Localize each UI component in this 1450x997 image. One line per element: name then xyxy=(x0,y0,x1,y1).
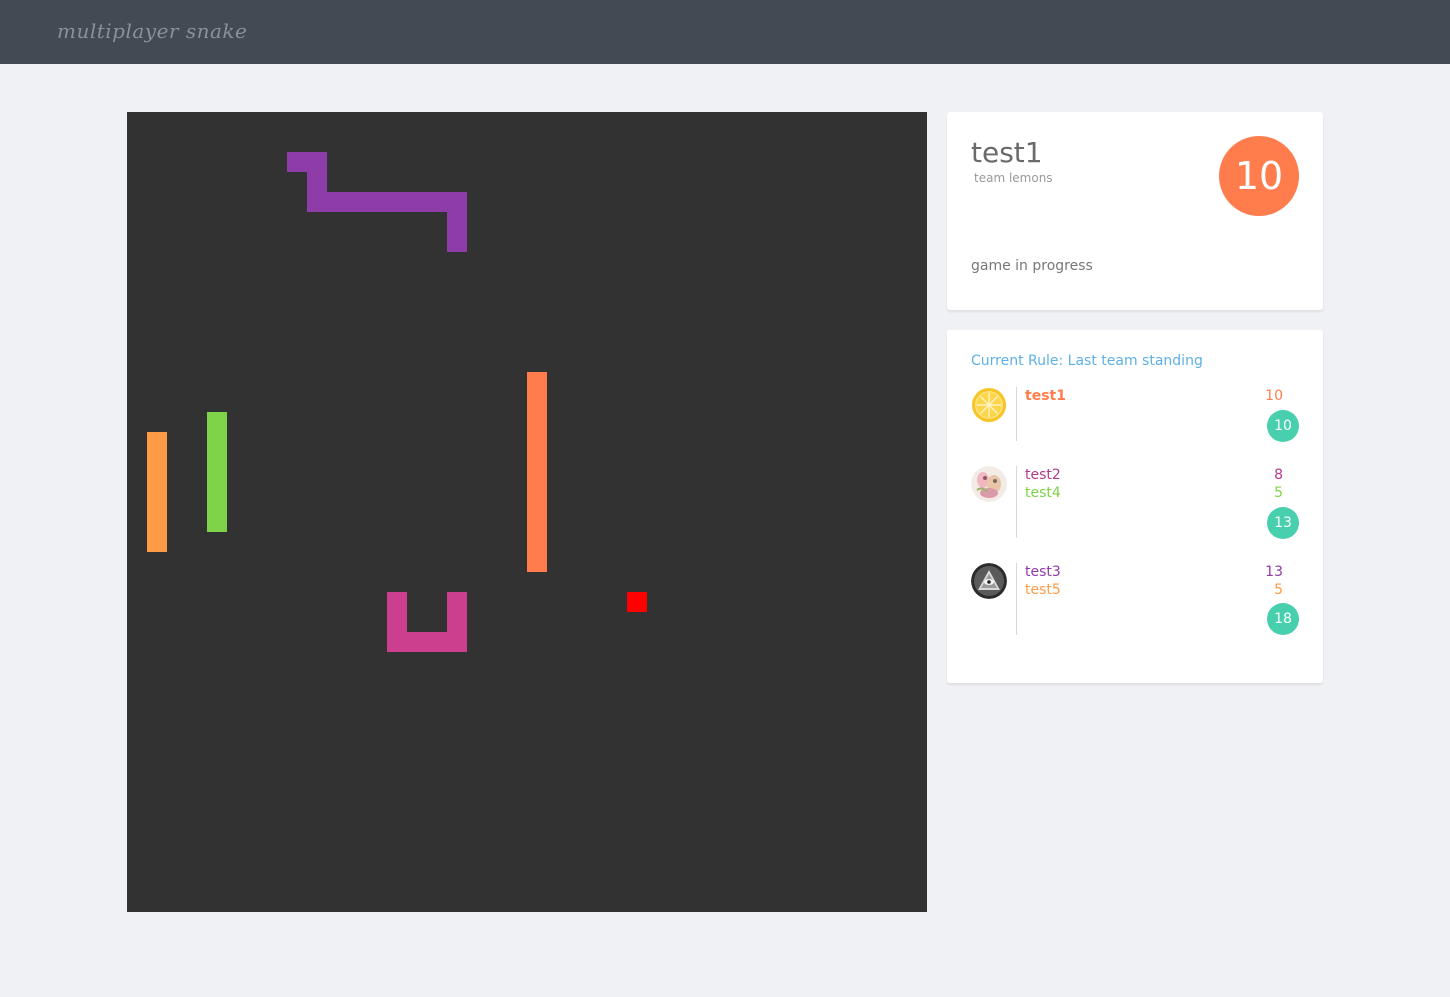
snake-segment xyxy=(147,452,167,472)
illustration-avatar-icon xyxy=(971,466,1007,502)
snake-segment xyxy=(207,472,227,492)
player-name: test1 xyxy=(971,136,1043,169)
snake-segment xyxy=(407,632,427,652)
snake-segment xyxy=(427,192,447,212)
snake-segment xyxy=(527,372,547,392)
team-total-badge: 18 xyxy=(1267,603,1299,635)
snake-segment xyxy=(387,632,407,652)
snake-segment xyxy=(387,592,407,612)
snake-2 xyxy=(147,432,167,552)
snake-1 xyxy=(287,152,467,252)
snake-segment xyxy=(207,452,227,472)
snake-segment xyxy=(307,152,327,172)
team-member-score: 10 xyxy=(1265,388,1283,404)
team-member-name: test2 xyxy=(1025,467,1061,483)
team-total-badge: 13 xyxy=(1267,507,1299,539)
snake-segment xyxy=(527,392,547,412)
team-member-name: test1 xyxy=(1025,388,1066,404)
snake-segment xyxy=(527,552,547,572)
snake-segment xyxy=(447,592,467,612)
current-rule-title: Current Rule: Last team standing xyxy=(971,353,1203,369)
team-member-score: 8 xyxy=(1274,467,1283,483)
snake-segment xyxy=(527,512,547,532)
food-pellet xyxy=(627,592,647,612)
snake-5 xyxy=(387,592,467,652)
team-member-name: test5 xyxy=(1025,582,1061,598)
player-card: test1 team lemons 10 game in progress xyxy=(947,112,1323,310)
snake-segment xyxy=(307,172,327,192)
snake-segment xyxy=(367,192,387,212)
snake-3 xyxy=(207,412,227,532)
team-divider xyxy=(1016,466,1017,538)
snake-segment xyxy=(447,192,467,212)
team-row: test2 test4 8 5 13 xyxy=(971,466,1299,539)
snake-segment xyxy=(527,452,547,472)
snake-segment xyxy=(147,472,167,492)
snake-segment xyxy=(147,432,167,452)
snake-segment xyxy=(527,472,547,492)
snake-segment xyxy=(427,632,447,652)
snake-segment xyxy=(527,532,547,552)
eye-pyramid-avatar-icon xyxy=(971,563,1007,599)
team-member-name: test4 xyxy=(1025,485,1061,501)
snake-segment xyxy=(447,632,467,652)
snake-segment xyxy=(527,412,547,432)
game-board[interactable] xyxy=(127,112,927,912)
top-navbar: multiplayer snake xyxy=(0,0,1450,64)
game-status: game in progress xyxy=(971,258,1093,274)
snake-segment xyxy=(447,232,467,252)
team-member-score: 5 xyxy=(1274,582,1283,598)
snake-segment xyxy=(387,192,407,212)
snake-segment xyxy=(327,192,347,212)
snake-segment xyxy=(527,492,547,512)
team-member-score: 13 xyxy=(1265,564,1283,580)
player-team: team lemons xyxy=(974,171,1053,185)
team-total-badge: 10 xyxy=(1267,410,1299,442)
snake-segment xyxy=(407,192,427,212)
team-row: test1 10 10 xyxy=(971,387,1299,443)
snake-segment xyxy=(147,492,167,512)
snake-segment xyxy=(207,492,227,512)
team-member-score: 5 xyxy=(1274,485,1283,501)
snake-segment xyxy=(207,432,227,452)
team-member-name: test3 xyxy=(1025,564,1061,580)
team-divider xyxy=(1016,563,1017,635)
snake-segment xyxy=(387,612,407,632)
game-board-canvas xyxy=(147,152,647,652)
scoreboard-card: Current Rule: Last team standing test1 1… xyxy=(947,330,1323,683)
snake-segment xyxy=(347,192,367,212)
snake-segment xyxy=(447,612,467,632)
snake-segment xyxy=(287,152,307,172)
team-row: test3 test5 13 5 18 xyxy=(971,563,1299,635)
snake-segment xyxy=(207,412,227,432)
snake-4 xyxy=(527,372,547,572)
lemon-avatar-icon xyxy=(971,387,1007,423)
snake-segment xyxy=(147,532,167,552)
snake-segment xyxy=(147,512,167,532)
snake-segment xyxy=(207,512,227,532)
player-score-badge: 10 xyxy=(1219,136,1299,216)
snake-segment xyxy=(447,212,467,232)
snake-segment xyxy=(527,432,547,452)
team-divider xyxy=(1016,387,1017,441)
snake-segment xyxy=(307,192,327,212)
app-brand[interactable]: multiplayer snake xyxy=(57,19,247,43)
